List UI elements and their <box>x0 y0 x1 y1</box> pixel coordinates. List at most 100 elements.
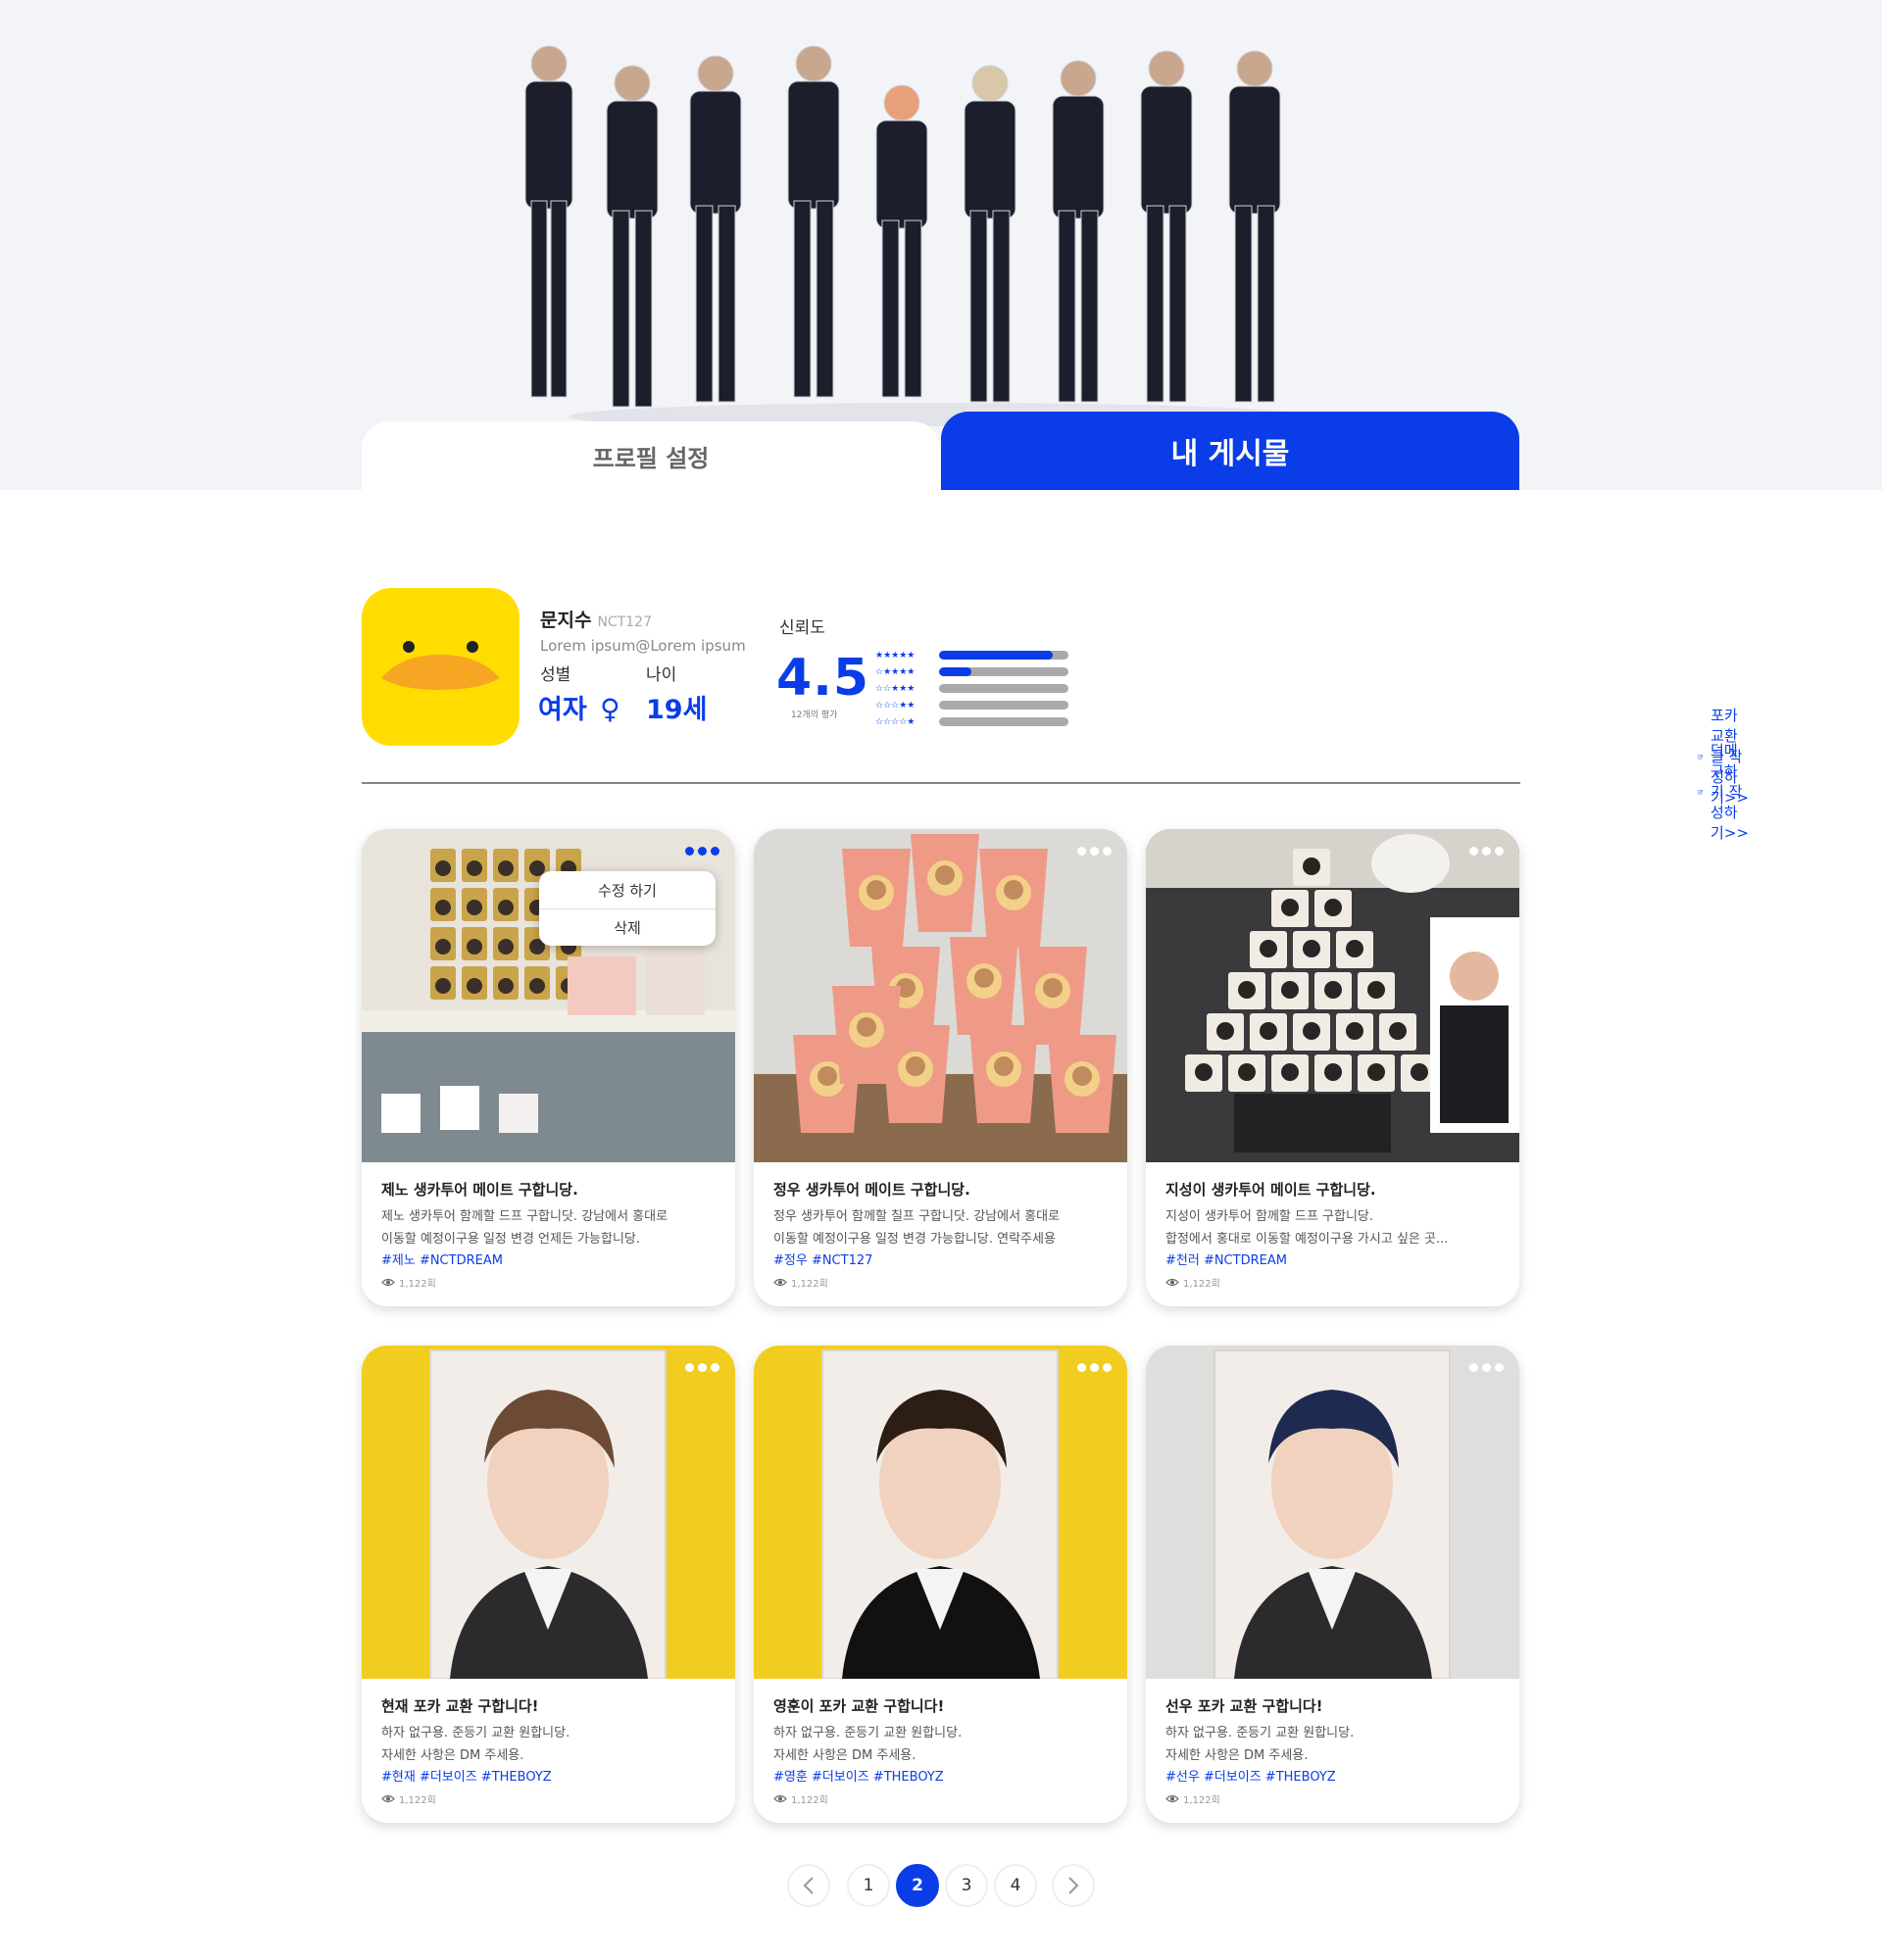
page-button-1[interactable]: 1 <box>847 1864 890 1907</box>
pagination: 1234 <box>0 1864 1882 1909</box>
tab-my-posts[interactable]: 내 게시물 <box>941 412 1519 490</box>
post-card[interactable]: 현재 포카 교환 구합니다! 하자 없구용. 준등기 교환 원합니당. 자세한 사항… <box>362 1346 735 1823</box>
female-icon: ♀ <box>600 693 620 725</box>
post-tags[interactable]: #현재 #더보이즈 #THEBOYZ <box>381 1766 552 1785</box>
more-options-icon[interactable] <box>685 1363 719 1372</box>
duck-icon <box>381 641 500 690</box>
next-page-button[interactable] <box>1052 1864 1095 1907</box>
post-views: 1,122회 <box>1165 1275 1220 1290</box>
user-name-row: 문지수 NCT127 <box>540 606 652 632</box>
rating-bar-fill <box>939 667 971 676</box>
post-description-line: 하자 없구용. 준등기 교환 원합니당. <box>773 1726 963 1740</box>
post-description-line: 합정에서 홍대로 이동할 예정이구용 가시고 싶은 곳... <box>1165 1232 1449 1247</box>
post-description: 정우 생카투어 함께할 칠프 구합니닷. 강남에서 홍대로이동할 예정이구용 일… <box>773 1205 1112 1250</box>
post-title: 정우 생카투어 메이트 구합니당. <box>773 1181 970 1199</box>
eye-icon <box>381 1794 395 1803</box>
trust-score: 4.5 <box>776 649 870 708</box>
rating-bar <box>939 717 1068 726</box>
post-options-menu: 수정 하기 삭제 <box>539 871 716 946</box>
edit-icon <box>1698 789 1704 794</box>
view-count: 1,122회 <box>399 1279 436 1290</box>
rating-bar <box>939 701 1068 710</box>
post-description-line: 제노 생카투어 함께할 드프 구합니닷. 강남에서 홍대로 <box>381 1209 669 1224</box>
post-image <box>754 1346 1127 1679</box>
post-description-line: 정우 생카투어 함께할 칠프 구합니닷. 강남에서 홍대로 <box>773 1209 1061 1224</box>
view-count: 1,122회 <box>399 1795 436 1806</box>
more-options-icon[interactable] <box>1077 847 1112 856</box>
more-options-icon[interactable] <box>1469 1363 1504 1372</box>
post-tags[interactable]: #영훈 #더보이즈 #THEBOYZ <box>773 1766 944 1785</box>
post-image <box>1146 1346 1519 1679</box>
star-icon: ☆☆☆★★ <box>875 700 916 710</box>
page-button-4[interactable]: 4 <box>994 1864 1037 1907</box>
group-photo <box>524 45 1313 426</box>
rating-row: ★★★★★ <box>875 647 1091 663</box>
post-description: 지성이 생카투어 함께할 드프 구합니당. 합정에서 홍대로 이동할 예정이구용 … <box>1165 1205 1504 1250</box>
post-card[interactable]: 정우 생카투어 메이트 구합니당. 정우 생카투어 함께할 칠프 구합니닷. 강남… <box>754 829 1127 1306</box>
post-card[interactable]: 제노 생카투어 메이트 구합니당. 제노 생카투어 함께할 드프 구합니닷. 강남… <box>362 829 735 1306</box>
post-views: 1,122회 <box>1165 1791 1220 1806</box>
view-count: 1,122회 <box>1183 1795 1220 1806</box>
rating-bar <box>939 684 1068 693</box>
post-views: 1,122회 <box>381 1275 436 1290</box>
hero-banner: 프로필 설정 내 게시물 <box>0 0 1882 490</box>
post-description: 하자 없구용. 준등기 교환 원합니당. 자세한 사항은 DM 주세용. <box>381 1722 719 1767</box>
prev-page-button[interactable] <box>787 1864 830 1907</box>
delete-post-menu-item[interactable]: 삭제 <box>539 908 716 946</box>
more-options-icon[interactable] <box>685 847 719 856</box>
chevron-right-icon <box>1068 1877 1079 1894</box>
post-image <box>1146 829 1519 1162</box>
tab-profile-settings[interactable]: 프로필 설정 <box>362 421 940 490</box>
post-views: 1,122회 <box>381 1791 436 1806</box>
post-card[interactable]: 선우 포카 교환 구합니다! 하자 없구용. 준등기 교환 원합니당. 자세한 사항… <box>1146 1346 1519 1823</box>
post-card[interactable]: 지성이 생카투어 메이트 구합니당. 지성이 생카투어 함께할 드프 구합니당. 합… <box>1146 829 1519 1306</box>
post-description-line: 지성이 생카투어 함께할 드프 구합니당. <box>1165 1209 1374 1224</box>
post-tags[interactable]: #정우 #NCT127 <box>773 1250 872 1268</box>
post-title: 제노 생카투어 메이트 구합니당. <box>381 1181 578 1199</box>
eye-icon <box>381 1278 395 1287</box>
trust-label: 신뢰도 <box>779 618 825 638</box>
profile-summary: 문지수 NCT127 Lorem ipsum@Lorem ipsum 성별 나이 … <box>362 588 1749 842</box>
post-description: 제노 생카투어 함께할 드프 구합니닷. 강남에서 홍대로이동할 예정이구용 일… <box>381 1205 719 1250</box>
rating-row: ☆☆★★★ <box>875 680 1091 697</box>
avatar <box>362 588 520 746</box>
post-description-line: 자세한 사항은 DM 주세용. <box>1165 1748 1309 1763</box>
post-description-line: 이동할 예정이구용 일정 변경 언제든 가능합니당. <box>381 1232 640 1247</box>
more-options-icon[interactable] <box>1077 1363 1112 1372</box>
post-description: 하자 없구용. 준등기 교환 원합니당. 자세한 사항은 DM 주세용. <box>773 1722 1112 1767</box>
star-icon: ☆☆☆☆★ <box>875 716 916 727</box>
rating-row: ☆☆☆★★ <box>875 697 1091 713</box>
user-email: Lorem ipsum@Lorem ipsum <box>540 637 746 655</box>
post-description-line: 자세한 사항은 DM 주세용. <box>773 1748 916 1763</box>
gender-label: 성별 <box>540 665 571 685</box>
rating-count: 12개의 평가 <box>791 710 838 720</box>
page-button-2[interactable]: 2 <box>896 1864 939 1907</box>
rating-bar-fill <box>939 651 1054 660</box>
post-tags[interactable]: #천러 #NCTDREAM <box>1165 1250 1287 1268</box>
eye-icon <box>773 1278 787 1287</box>
post-description-line: 이동할 예정이구용 일정 변경 가능합니당. 연락주세용 <box>773 1232 1056 1247</box>
age-label: 나이 <box>646 665 677 685</box>
age-value: 19세 <box>646 695 708 725</box>
post-tags[interactable]: #제노 #NCTDREAM <box>381 1250 503 1268</box>
write-buy-link[interactable]: 덕메 구하기 작성하기>> <box>1698 740 1750 843</box>
post-description-line: 하자 없구용. 준등기 교환 원합니당. <box>1165 1726 1355 1740</box>
view-count: 1,122회 <box>791 1279 828 1290</box>
star-icon: ☆☆★★★ <box>875 683 916 694</box>
post-views: 1,122회 <box>773 1275 828 1290</box>
chevron-left-icon <box>803 1877 814 1894</box>
star-icon: ★★★★★ <box>875 650 916 661</box>
edit-post-menu-item[interactable]: 수정 하기 <box>539 871 716 908</box>
more-options-icon[interactable] <box>1469 847 1504 856</box>
post-description-line: 하자 없구용. 준등기 교환 원합니당. <box>381 1726 570 1740</box>
post-tags[interactable]: #선우 #더보이즈 #THEBOYZ <box>1165 1766 1336 1785</box>
gender-value: 여자 ♀ <box>538 688 620 726</box>
rating-bar <box>939 667 1068 676</box>
post-card[interactable]: 영훈이 포카 교환 구합니다! 하자 없구용. 준등기 교환 원합니당. 자세한 사… <box>754 1346 1127 1823</box>
page-button-3[interactable]: 3 <box>945 1864 988 1907</box>
post-image <box>754 829 1127 1162</box>
post-description-line: 자세한 사항은 DM 주세용. <box>381 1748 524 1763</box>
eye-icon <box>773 1794 787 1803</box>
post-title: 현재 포카 교환 구합니다! <box>381 1697 539 1715</box>
post-title: 지성이 생카투어 메이트 구합니당. <box>1165 1181 1376 1199</box>
